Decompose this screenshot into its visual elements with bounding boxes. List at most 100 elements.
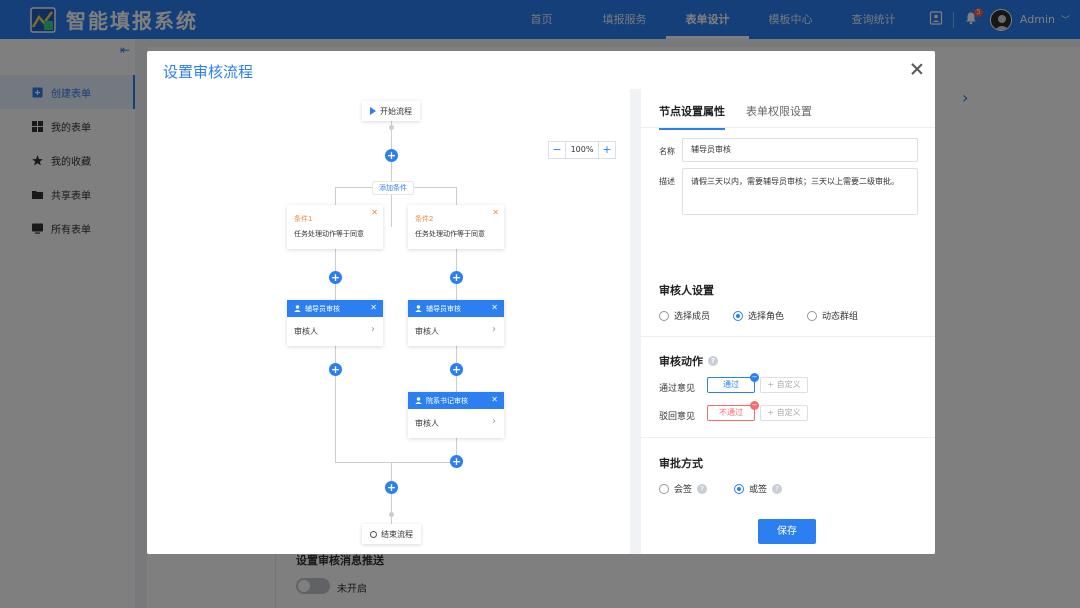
radio-label: 会签 xyxy=(674,485,693,495)
radio-select-member[interactable]: 选择成员 xyxy=(659,309,710,322)
condition-desc: 任务处理动作等于同意 xyxy=(415,230,485,238)
approver-card-body[interactable]: 审核人 › xyxy=(287,317,383,346)
action-title-text: 审核动作 xyxy=(659,355,703,368)
add-node-button[interactable]: + xyxy=(450,271,463,284)
start-flow-node[interactable]: 开始流程 xyxy=(362,101,420,121)
approver-title: 院系书记审核 xyxy=(426,396,468,405)
node-properties-panel: 节点设置属性 表单权限设置 名称 辅导员审核 描述 请假三天以内，需要辅导员审核… xyxy=(641,89,935,554)
start-flow-label: 开始流程 xyxy=(380,106,412,116)
condition-title: 条件1 xyxy=(294,215,313,223)
radio-checked-icon xyxy=(734,483,744,494)
end-flow-node[interactable]: 结束流程 xyxy=(362,524,421,544)
method-section-title: 审批方式 xyxy=(659,457,703,470)
connector-line xyxy=(391,462,392,532)
approver-card-1[interactable]: 辅导员审核 ✕ 审核人 › xyxy=(287,300,383,346)
condition-card-1[interactable]: 条件1 任务处理动作等于同意 ✕ xyxy=(287,205,383,249)
radio-checked-icon xyxy=(733,310,743,321)
delete-condition-icon[interactable]: ✕ xyxy=(371,208,378,217)
radio-label: 动态群组 xyxy=(822,312,859,322)
play-icon xyxy=(370,107,376,115)
delete-node-icon[interactable]: ✕ xyxy=(491,303,498,312)
panel-tabs: 节点设置属性 表单权限设置 xyxy=(641,89,935,130)
flow-canvas[interactable]: − 100% + 开始流程 + 添加条件 条件1 任务处理动作等于同意 ✕ 条件… xyxy=(147,89,630,554)
section-divider xyxy=(641,437,935,438)
delete-node-icon[interactable]: ✕ xyxy=(491,395,498,404)
connector-dot xyxy=(389,512,394,517)
approver-card-header: 院系书记审核 ✕ xyxy=(408,392,504,409)
connector-dot xyxy=(389,125,394,130)
approver-body-label: 审核人 xyxy=(294,327,318,336)
chevron-right-icon: › xyxy=(492,324,496,335)
approver-body-label: 审核人 xyxy=(415,419,439,428)
reviewer-section-title: 审核人设置 xyxy=(659,284,714,297)
delete-node-icon[interactable]: ✕ xyxy=(370,303,377,312)
approver-card-header: 辅导员审核 ✕ xyxy=(408,300,504,317)
name-label: 名称 xyxy=(659,147,675,156)
action-section-title: 审核动作 ? xyxy=(659,353,718,369)
power-icon xyxy=(370,530,377,538)
tab-form-permissions[interactable]: 表单权限设置 xyxy=(746,103,812,119)
user-icon xyxy=(415,397,422,404)
chevron-right-icon: › xyxy=(492,416,496,427)
approver-card-body[interactable]: 审核人 › xyxy=(408,409,504,438)
pass-opinion-label: 通过意见 xyxy=(659,384,696,394)
add-node-button[interactable]: + xyxy=(450,455,463,468)
add-condition-button[interactable]: 添加条件 xyxy=(372,181,414,195)
modal-title: 设置审核流程 xyxy=(163,63,254,81)
remove-tag-icon[interactable]: − xyxy=(750,401,759,410)
radio-icon xyxy=(807,310,817,321)
radio-label: 选择角色 xyxy=(748,312,785,322)
zoom-out-button[interactable]: − xyxy=(549,142,565,158)
connector-line xyxy=(335,462,457,463)
approval-flow-modal: 设置审核流程 − 100% + 开始流程 + 添加条件 条件1 任务处理动作等于… xyxy=(147,51,935,554)
approver-card-3[interactable]: 院系书记审核 ✕ 审核人 › xyxy=(408,392,504,438)
name-input[interactable]: 辅导员审核 xyxy=(682,138,918,162)
radio-countersign[interactable]: 会签 ? xyxy=(659,482,708,495)
approver-card-2[interactable]: 辅导员审核 ✕ 审核人 › xyxy=(408,300,504,346)
zoom-control: − 100% + xyxy=(548,141,616,159)
approver-title: 辅导员审核 xyxy=(305,304,340,313)
zoom-in-button[interactable]: + xyxy=(599,142,615,158)
add-node-button[interactable]: + xyxy=(450,363,463,376)
remove-tag-icon[interactable]: − xyxy=(750,373,759,382)
reject-tag-label: 不通过 xyxy=(719,408,743,417)
user-icon xyxy=(415,305,422,312)
radio-or-sign[interactable]: 或签 ? xyxy=(734,482,783,495)
condition-title: 条件2 xyxy=(415,215,434,223)
add-node-button[interactable]: + xyxy=(329,271,342,284)
pass-tag-label: 通过 xyxy=(723,380,739,389)
zoom-level: 100% xyxy=(565,142,599,158)
pass-tag[interactable]: 通过 − xyxy=(707,373,759,393)
add-node-button[interactable]: + xyxy=(329,363,342,376)
radio-icon xyxy=(659,483,669,494)
save-button[interactable]: 保存 xyxy=(758,519,816,544)
connector-line xyxy=(391,115,392,227)
radio-label: 选择成员 xyxy=(674,312,711,322)
chevron-right-icon: › xyxy=(371,324,375,335)
user-icon xyxy=(294,305,301,312)
approver-title: 辅导员审核 xyxy=(426,304,461,313)
desc-textarea[interactable]: 请假三天以内，需要辅导员审核；三天以上需要二级审批。 xyxy=(682,168,918,215)
condition-desc: 任务处理动作等于同意 xyxy=(294,230,364,238)
condition-card-2[interactable]: 条件2 任务处理动作等于同意 ✕ xyxy=(408,205,504,249)
help-icon[interactable]: ? xyxy=(772,483,783,494)
radio-dynamic-group[interactable]: 动态群组 xyxy=(807,309,858,322)
tab-node-properties[interactable]: 节点设置属性 xyxy=(659,103,725,130)
add-custom-pass-button[interactable]: + 自定义 xyxy=(760,377,808,393)
radio-label: 或签 xyxy=(749,485,768,495)
section-divider xyxy=(641,336,935,337)
desc-label: 描述 xyxy=(659,177,675,186)
add-node-button[interactable]: + xyxy=(385,149,398,162)
approver-card-body[interactable]: 审核人 › xyxy=(408,317,504,346)
add-node-button[interactable]: + xyxy=(385,481,398,494)
delete-condition-icon[interactable]: ✕ xyxy=(492,208,499,217)
add-custom-reject-button[interactable]: + 自定义 xyxy=(760,405,808,421)
help-icon[interactable]: ? xyxy=(697,483,708,494)
reject-tag[interactable]: 不通过 − xyxy=(707,401,759,421)
radio-select-role[interactable]: 选择角色 xyxy=(733,309,784,322)
panel-divider xyxy=(630,89,641,554)
help-icon[interactable]: ? xyxy=(708,356,718,366)
radio-icon xyxy=(659,310,669,321)
close-icon[interactable] xyxy=(909,61,925,77)
approver-card-header: 辅导员审核 ✕ xyxy=(287,300,383,317)
